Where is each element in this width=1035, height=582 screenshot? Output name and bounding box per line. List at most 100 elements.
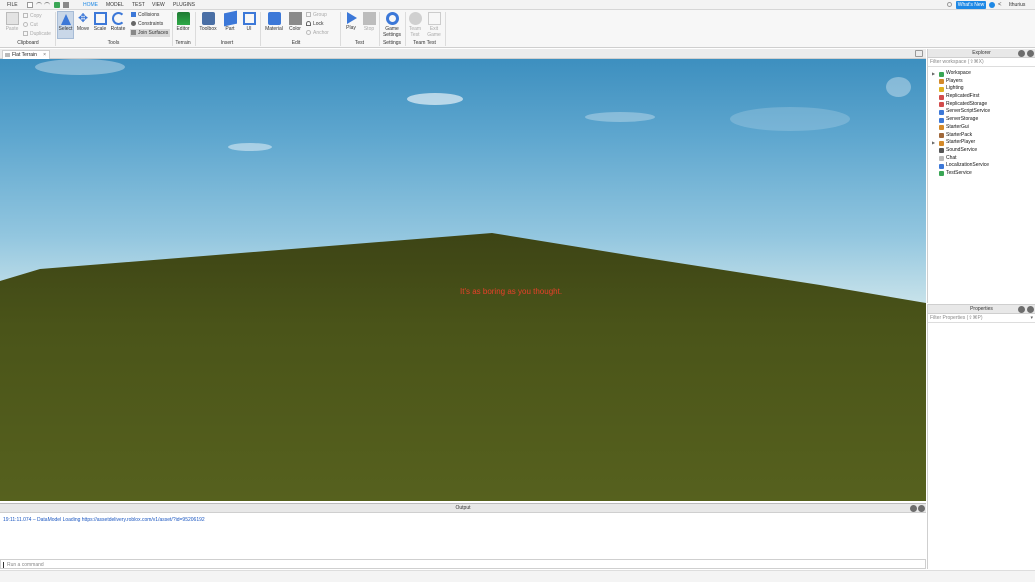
explorer-item[interactable]: ServerScriptService (928, 108, 1035, 116)
team-test-button[interactable]: Team Test (407, 11, 423, 39)
properties-filter-input[interactable]: Filter Properties (⇧⌘P) ▾ (928, 314, 1035, 323)
cut-button[interactable]: Cut (23, 21, 38, 29)
edit-group-label: Edit (291, 40, 301, 46)
whats-new-button[interactable]: What's New (956, 1, 986, 9)
anchor-button[interactable]: Anchor (306, 29, 329, 37)
settings-group-label: Settings (382, 40, 402, 46)
panel-options-icon[interactable] (910, 505, 917, 512)
document-tab-flat-terrain[interactable]: Flat Terrain × (2, 50, 50, 59)
insert-group-label: Insert (220, 40, 234, 46)
explorer-item[interactable]: LocalizationService (928, 162, 1035, 170)
select-tool-button[interactable]: Select (57, 11, 74, 39)
user-icon[interactable] (947, 2, 952, 7)
globe-icon (939, 71, 944, 77)
place-icon (5, 53, 10, 57)
properties-header: Properties (928, 305, 1035, 314)
explorer-filter-input[interactable]: Filter workspace (⇧⌘X) (928, 58, 1035, 67)
explorer-item[interactable]: StarterPack (928, 132, 1035, 140)
output-panel: Output 19:11:11.074 – DataModel Loading … (0, 503, 926, 558)
terrain-editor-button[interactable]: Editor (174, 11, 192, 39)
explorer-item[interactable]: Lighting (928, 85, 1035, 93)
constraints-icon (131, 21, 136, 27)
explorer-item-label: StarterPlayer (946, 139, 976, 146)
stop-icon (362, 12, 376, 25)
rotate-tool-button[interactable]: Rotate (109, 11, 127, 39)
select-cursor-icon (60, 14, 71, 25)
menu-file[interactable]: FILE (4, 1, 21, 9)
game-settings-button[interactable]: Game Settings (381, 11, 403, 39)
terrain-group-label: Terrain (175, 40, 191, 46)
color-button[interactable]: Color (287, 11, 303, 39)
view-selector-icon[interactable] (886, 77, 911, 97)
close-tab-icon[interactable]: × (43, 51, 46, 59)
explorer-item[interactable]: Players (928, 78, 1035, 86)
explorer-item-label: SoundService (946, 146, 978, 153)
exit-game-button[interactable]: Exit Game (426, 11, 442, 39)
join-surfaces-toggle[interactable]: Join Surfaces (130, 29, 171, 37)
explorer-item[interactable]: Chat (928, 155, 1035, 163)
explorer-item[interactable]: ▶ StarterPlayer (928, 139, 1035, 147)
panel-close-icon[interactable] (1027, 50, 1034, 57)
paste-button[interactable]: Paste (3, 11, 21, 39)
output-header: Output (0, 504, 926, 513)
lock-button[interactable]: Lock (306, 20, 324, 28)
scale-tool-button[interactable]: Scale (92, 11, 108, 39)
undo-icon[interactable] (36, 2, 42, 8)
copy-button[interactable]: Copy (23, 12, 42, 20)
panel-options-icon[interactable] (1018, 306, 1025, 313)
stop-button[interactable]: Stop (361, 11, 377, 39)
collisions-toggle[interactable]: Collisions (131, 11, 159, 19)
explorer-item[interactable]: ▶ Workspace (928, 70, 1035, 78)
clipboard-group-label: Clipboard (17, 40, 39, 46)
maximize-viewport-icon[interactable] (915, 50, 923, 57)
username[interactable]: Ithurius (1009, 1, 1025, 9)
menu-model[interactable]: MODEL (103, 1, 127, 9)
explorer-item[interactable]: SoundService (928, 147, 1035, 155)
explorer-item[interactable]: ServerStorage (928, 116, 1035, 124)
3d-viewport[interactable]: It's as boring as you thought. (0, 59, 926, 501)
chat-icon (939, 156, 944, 162)
panel-options-icon[interactable] (1018, 50, 1025, 57)
menu-home[interactable]: HOME (80, 1, 101, 9)
explorer-item[interactable]: ReplicatedFirst (928, 93, 1035, 101)
menu-view[interactable]: VIEW (149, 1, 168, 9)
cloud (228, 143, 272, 151)
properties-title: Properties (970, 306, 993, 312)
expand-arrow-icon[interactable]: ▶ (932, 70, 935, 78)
explorer-item-label: StarterPack (946, 131, 973, 138)
constraints-toggle[interactable]: Constraints (131, 20, 163, 28)
command-bar[interactable]: Run a command (0, 559, 926, 569)
stop-quick-icon[interactable] (63, 2, 69, 8)
explorer-item-label: Players (946, 77, 963, 84)
explorer-item[interactable]: StarterGui (928, 124, 1035, 132)
explorer-item-label: Workspace (946, 70, 971, 76)
toolbox-icon (201, 12, 215, 25)
share-icon[interactable]: < (998, 2, 1004, 8)
toolbox-button[interactable]: Toolbox (197, 11, 219, 39)
menu-bar: FILE HOME MODEL TEST VIEW PLUGINS What's… (0, 0, 1035, 10)
localization-icon (939, 163, 944, 169)
chevron-down-icon[interactable]: ▾ (1030, 314, 1033, 323)
redo-icon[interactable] (44, 2, 50, 8)
explorer-item-label: ServerStorage (946, 116, 979, 123)
panel-close-icon[interactable] (918, 505, 925, 512)
material-button[interactable]: Material (263, 11, 285, 39)
menu-test[interactable]: TEST (129, 1, 148, 9)
part-button[interactable]: Part (222, 10, 238, 39)
group-icon (306, 12, 311, 18)
expand-arrow-icon[interactable]: ▶ (932, 139, 935, 147)
explorer-item[interactable]: TestService (928, 170, 1035, 178)
duplicate-button[interactable]: Duplicate (23, 30, 51, 38)
menu-plugins[interactable]: PLUGINS (170, 1, 198, 9)
explorer-item[interactable]: ReplicatedStorage (928, 101, 1035, 109)
panel-close-icon[interactable] (1027, 306, 1034, 313)
explorer-item-label: ServerScriptService (946, 108, 991, 115)
move-tool-button[interactable]: ✥ Move (75, 11, 91, 39)
new-file-icon[interactable] (27, 2, 33, 8)
group-button[interactable]: Group (306, 11, 327, 19)
play-quick-icon[interactable] (54, 2, 60, 8)
help-icon[interactable] (989, 2, 995, 8)
ui-button[interactable]: UI (241, 11, 257, 39)
team-test-group-label: Team Test (413, 40, 436, 46)
play-button[interactable]: Play (343, 11, 359, 39)
